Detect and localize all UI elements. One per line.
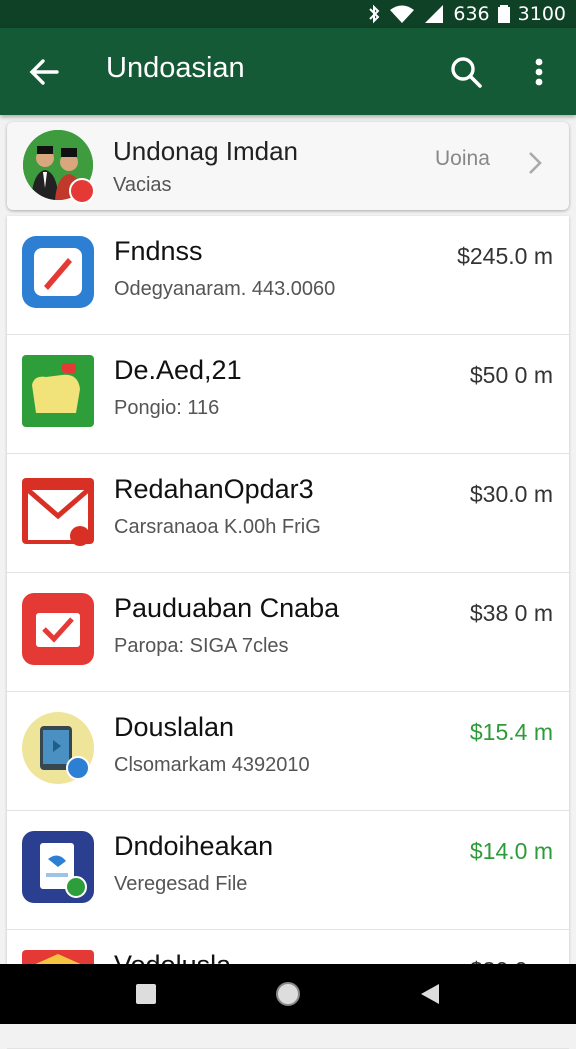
item-amount: $15.4 m: [469, 719, 553, 745]
item-amount: $38 0 m: [469, 600, 553, 626]
back-arrow-icon[interactable]: [26, 54, 62, 90]
more-options-icon[interactable]: [522, 52, 556, 92]
folder-icon: [22, 355, 94, 427]
item-name: Pauduaban Cnaba: [114, 593, 340, 623]
account-badge-icon: [69, 178, 95, 204]
list-item[interactable]: Fndnss Odegyanaram. 443.0060 $245.0 m: [7, 216, 569, 335]
item-detail: Pongio: 116: [114, 397, 220, 419]
item-amount: $245.0 m: [457, 243, 553, 269]
list-item[interactable]: Dndoiheakan Veregesad File $14.0 m: [7, 811, 569, 930]
chevron-right-icon[interactable]: [525, 148, 545, 178]
account-name: Undonag Imdan: [113, 136, 299, 166]
recents-icon[interactable]: [130, 978, 162, 1010]
list-item[interactable]: Douslalan Clsomarkam 4392010 $15.4 m: [7, 692, 569, 811]
bluetooth-icon: [367, 4, 381, 24]
battery-text: 3100: [517, 3, 566, 25]
account-link[interactable]: Uoina: [435, 147, 490, 171]
status-bar: 636 3100: [0, 0, 576, 28]
battery-icon: [497, 4, 510, 24]
transaction-list: Fndnss Odegyanaram. 443.0060 $245.0 m De…: [7, 216, 569, 1049]
app-bar: Undoasian: [0, 28, 576, 115]
page-title: Undoasian: [106, 52, 245, 84]
calendar-check-icon: [22, 593, 94, 665]
item-amount: $30.0 m: [469, 481, 553, 507]
item-detail: Veregesad File: [114, 873, 248, 895]
account-card[interactable]: Undonag Imdan Vacias Uoina: [7, 122, 569, 210]
item-name: Douslalan: [114, 712, 235, 742]
list-item[interactable]: De.Aed,21 Pongio: 116 $50 0 m: [7, 335, 569, 454]
account-subtitle: Vacias: [113, 174, 172, 196]
signal-text: 636: [453, 3, 490, 25]
item-detail: Carsranaoa K.00h FriG: [114, 516, 321, 538]
item-name: Fndnss: [114, 236, 203, 266]
maps-icon: [22, 236, 94, 308]
back-icon[interactable]: [414, 978, 446, 1010]
file-icon: [22, 831, 94, 903]
item-name: Dndoiheakan: [114, 831, 274, 861]
list-item[interactable]: RedahanOpdar3 Carsranaoa K.00h FriG $30.…: [7, 454, 569, 573]
system-nav-bar: [0, 964, 576, 1024]
cell-signal-icon: [423, 4, 445, 24]
mail-icon: [22, 474, 94, 546]
wifi-icon: [389, 4, 415, 24]
item-amount: $14.0 m: [469, 838, 553, 864]
item-amount: $50 0 m: [469, 362, 553, 388]
item-detail: Odegyanaram. 443.0060: [114, 278, 336, 300]
item-name: De.Aed,21: [114, 355, 242, 385]
item-name: RedahanOpdar3: [114, 474, 314, 504]
tablet-icon: [22, 712, 94, 784]
list-item[interactable]: Pauduaban Cnaba Paropa: SIGA 7cles $38 0…: [7, 573, 569, 692]
search-icon[interactable]: [446, 52, 486, 92]
item-detail: Clsomarkam 4392010: [114, 754, 310, 776]
home-icon[interactable]: [272, 978, 304, 1010]
item-detail: Paropa: SIGA 7cles: [114, 635, 289, 657]
